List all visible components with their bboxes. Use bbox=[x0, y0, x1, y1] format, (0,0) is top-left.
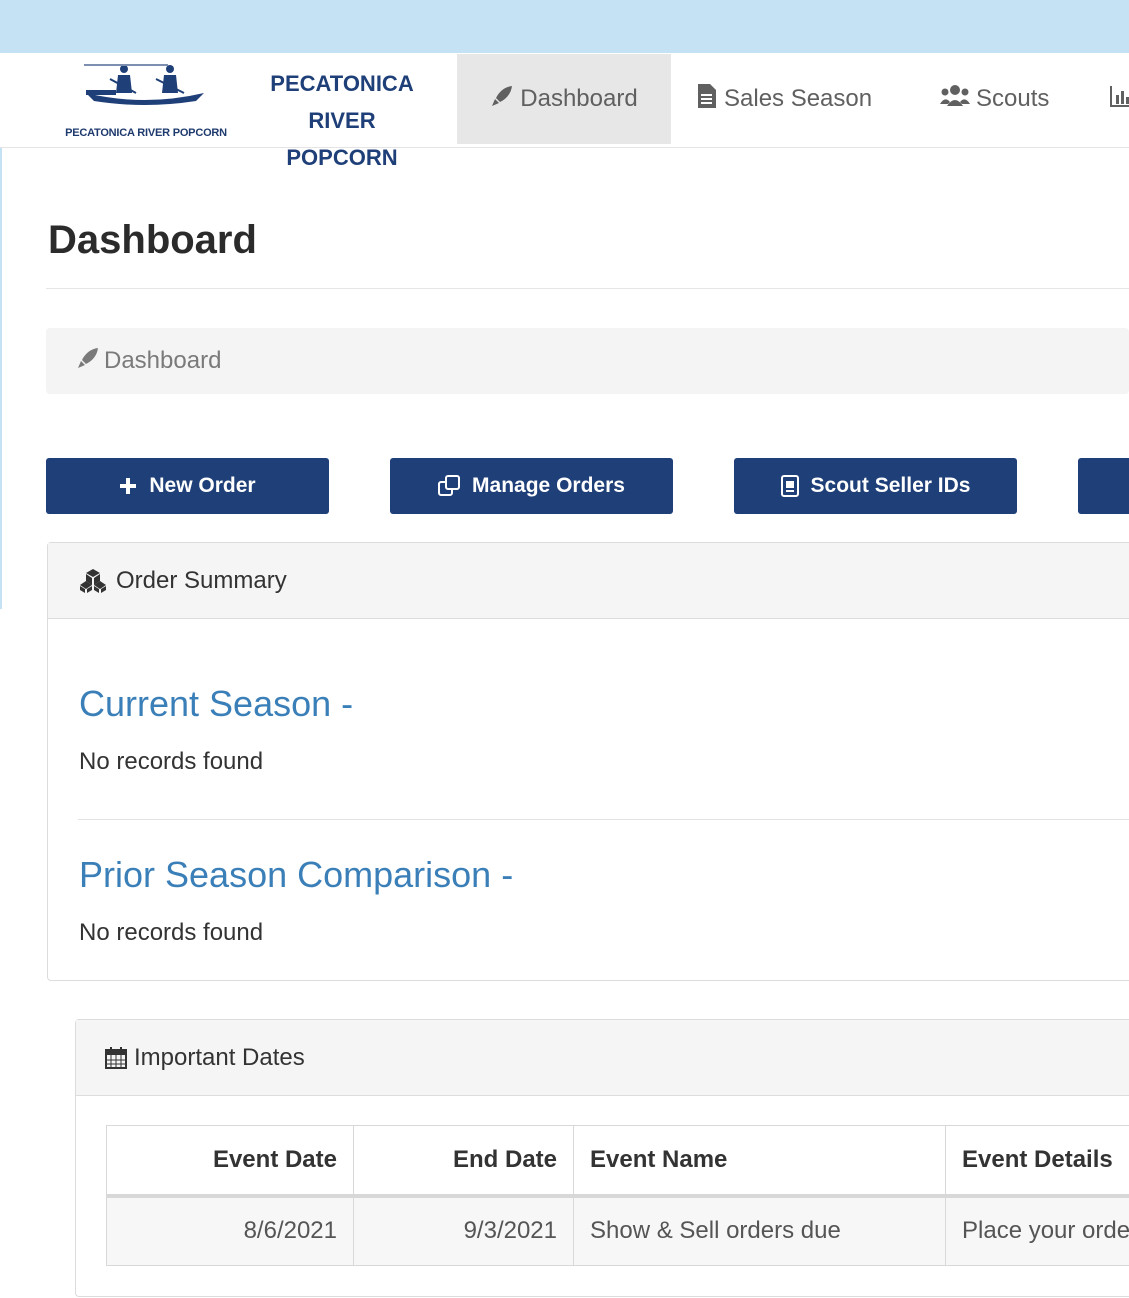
event-name-cell: Show & Sell orders due bbox=[573, 1195, 946, 1266]
table-row: 8/6/2021 9/3/2021 Show & Sell orders due… bbox=[106, 1195, 1129, 1266]
brand-name[interactable]: PECATONICA RIVER POPCORN bbox=[252, 65, 432, 176]
order-summary-header: Order Summary bbox=[48, 543, 1129, 619]
rocket-icon bbox=[76, 346, 100, 377]
important-dates-header: Important Dates bbox=[76, 1020, 1129, 1096]
navbar: PECATONICA RIVER POPCORN PECATONICA RIVE… bbox=[0, 53, 1129, 170]
prior-season-message: No records found bbox=[79, 919, 264, 946]
manage-orders-label: Manage Orders bbox=[472, 474, 625, 497]
brand-caption: PECATONICA RIVER POPCORN bbox=[65, 127, 227, 139]
order-summary-title: Order Summary bbox=[116, 566, 287, 594]
table-header-row: Event Date End Date Event Name Event Det… bbox=[106, 1125, 1129, 1198]
column-header-end-date[interactable]: End Date bbox=[353, 1125, 574, 1198]
event-date-cell: 8/6/2021 bbox=[106, 1195, 354, 1266]
nav-dashboard[interactable]: Dashboard bbox=[457, 54, 671, 144]
logo-tagline-icon bbox=[84, 64, 168, 66]
manage-orders-button[interactable]: Manage Orders bbox=[390, 458, 673, 514]
nav-scouts-label: Scouts bbox=[976, 85, 1050, 112]
file-icon bbox=[696, 83, 718, 116]
current-season-message: No records found bbox=[79, 748, 264, 775]
important-dates-table: Event Date End Date Event Name Event Det… bbox=[106, 1125, 1129, 1266]
brand-logo[interactable]: PECATONICA RIVER POPCORN bbox=[46, 63, 246, 139]
column-header-event-name[interactable]: Event Name bbox=[573, 1125, 946, 1198]
event-details-cell: Place your orde bbox=[944, 1195, 1129, 1266]
new-order-button[interactable]: New Order bbox=[46, 458, 329, 514]
breadcrumb-item-dashboard[interactable]: Dashboard bbox=[104, 347, 221, 375]
nav-reports[interactable] bbox=[1110, 54, 1129, 144]
current-season-heading: Current Season - bbox=[79, 683, 354, 724]
new-order-label: New Order bbox=[149, 474, 256, 497]
title-divider bbox=[46, 288, 1129, 289]
plus-icon bbox=[119, 477, 137, 495]
end-date-cell: 9/3/2021 bbox=[353, 1195, 574, 1266]
nav-dashboard-label: Dashboard bbox=[520, 85, 638, 112]
breadcrumb: Dashboard bbox=[46, 328, 1129, 394]
users-icon bbox=[940, 84, 970, 115]
column-header-event-date[interactable]: Event Date bbox=[106, 1125, 354, 1198]
scout-seller-ids-button[interactable]: Scout Seller IDs bbox=[734, 458, 1017, 514]
order-summary-panel: Order Summary Current Season - No record… bbox=[47, 542, 1129, 981]
scout-seller-ids-label: Scout Seller IDs bbox=[810, 474, 971, 497]
copy-icon bbox=[438, 475, 461, 497]
canoe-logo-icon bbox=[86, 65, 204, 105]
bar-chart-icon bbox=[1110, 85, 1129, 114]
browser-top-strip bbox=[0, 0, 1129, 53]
nav-scouts[interactable]: Scouts bbox=[940, 54, 1049, 144]
page-title: Dashboard bbox=[48, 218, 257, 262]
prior-season-heading: Prior Season Comparison - bbox=[79, 854, 514, 895]
season-divider bbox=[78, 819, 1129, 820]
rocket-icon bbox=[490, 84, 514, 115]
cubes-icon bbox=[78, 568, 108, 594]
calendar-icon bbox=[104, 1046, 128, 1070]
nav-sales-season-label: Sales Season bbox=[724, 85, 873, 112]
important-dates-title: Important Dates bbox=[134, 1043, 305, 1071]
nav-sales-season[interactable]: Sales Season bbox=[696, 54, 872, 144]
column-header-event-details[interactable]: Event Details bbox=[944, 1125, 1129, 1198]
id-card-icon bbox=[780, 475, 799, 497]
important-dates-panel: Important Dates Event Date End Date Even… bbox=[75, 1019, 1129, 1297]
more-action-button[interactable] bbox=[1078, 458, 1129, 514]
